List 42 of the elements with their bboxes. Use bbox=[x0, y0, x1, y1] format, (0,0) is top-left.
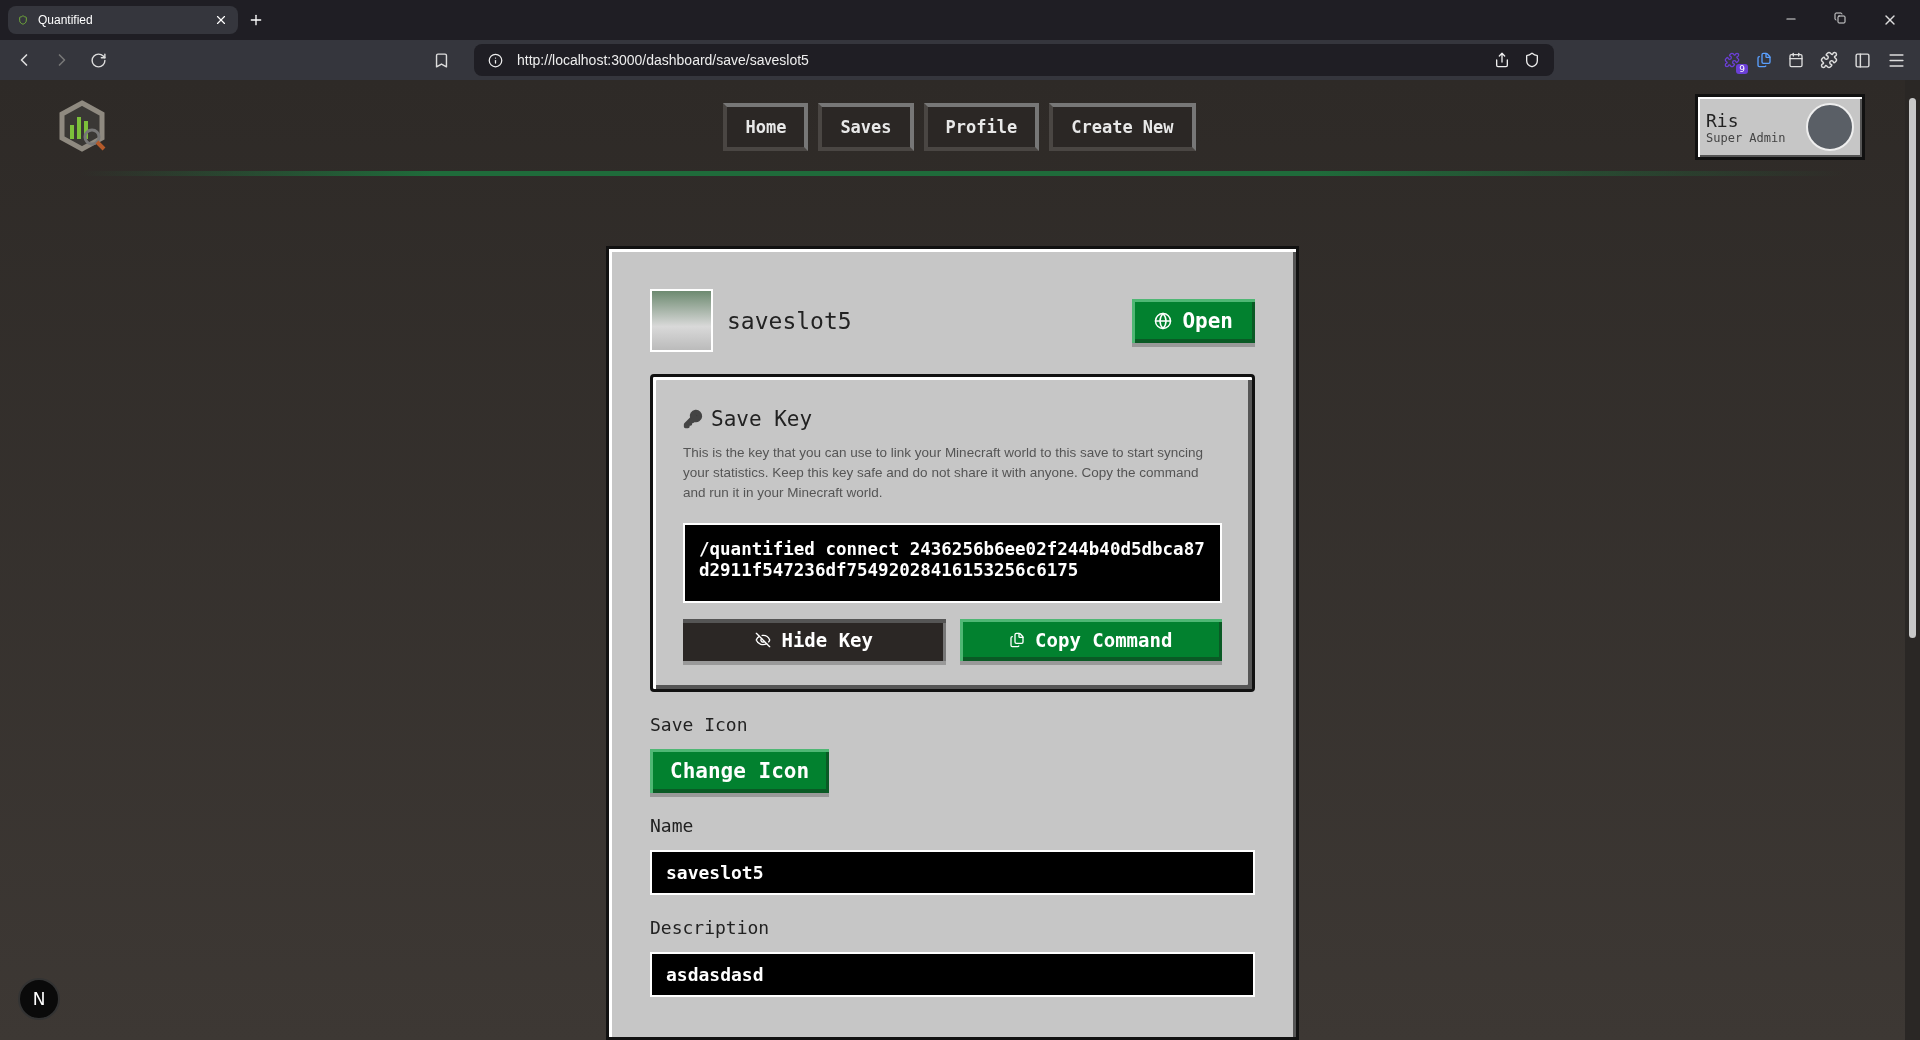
eye-off-icon bbox=[755, 632, 772, 648]
url-text: http://localhost:3000/dashboard/save/saveslot5 bbox=[517, 52, 810, 68]
shield-icon[interactable] bbox=[1524, 52, 1540, 68]
tab-title: Quantified bbox=[38, 13, 94, 27]
extensions-icon[interactable] bbox=[1820, 51, 1838, 69]
field-label: Description bbox=[650, 917, 771, 938]
nav-button[interactable]: Saves bbox=[818, 103, 914, 152]
command-text: /quantified connect 2436256b6ee02f244b40d5dbca87d2911f547236df75492028416153256c6175 bbox=[683, 523, 1222, 603]
close-tab-icon[interactable] bbox=[214, 13, 228, 27]
copy-icon bbox=[1009, 632, 1026, 648]
extension-badge: 9 bbox=[1736, 64, 1748, 74]
globe-icon bbox=[1154, 311, 1173, 330]
field-label: Name bbox=[650, 815, 695, 836]
avatar bbox=[1806, 103, 1854, 152]
calendar-icon[interactable] bbox=[1788, 52, 1804, 68]
input-field[interactable]: saveslot5 bbox=[650, 850, 1255, 895]
reload-icon[interactable] bbox=[90, 51, 107, 69]
nav-button[interactable]: Home bbox=[723, 103, 809, 152]
new-tab-icon[interactable] bbox=[248, 12, 264, 28]
bookmark-icon[interactable] bbox=[433, 51, 450, 69]
key-icon bbox=[683, 409, 703, 429]
sidebar-icon[interactable] bbox=[1854, 51, 1871, 69]
photo-placeholder bbox=[650, 289, 713, 352]
address-bar[interactable]: http://localhost:3000/dashboard/save/saveslot5 bbox=[474, 44, 1554, 76]
info-icon[interactable] bbox=[488, 52, 503, 68]
favicon-icon bbox=[18, 15, 28, 25]
user-card[interactable]: Ris Super Admin bbox=[1695, 94, 1865, 161]
share-icon[interactable] bbox=[1494, 52, 1510, 68]
files-icon[interactable] bbox=[1756, 52, 1772, 68]
save-name: saveslot5 bbox=[727, 307, 853, 334]
nav-button[interactable]: Create New bbox=[1049, 103, 1196, 152]
input-field[interactable]: asdasdasd bbox=[650, 952, 1255, 997]
user-name: Ris bbox=[1706, 109, 1740, 131]
browser-tab[interactable]: Quantified bbox=[8, 6, 238, 34]
user-role: Super Admin bbox=[1706, 130, 1786, 145]
nav-button[interactable]: Profile bbox=[923, 103, 1040, 152]
description-text: This is the key that you can use to link your Minecraft world to this save to start syncing your statistics. Keep this key safe and do not share it with anyone. Copy the command and run it in your Minecraft world. bbox=[683, 444, 1204, 502]
restore-icon[interactable] bbox=[1834, 12, 1846, 24]
panel-title: Save Key bbox=[711, 407, 813, 431]
dev-indicator[interactable]: N bbox=[18, 978, 60, 1020]
field-label: Save Icon bbox=[650, 714, 749, 735]
scrollbar[interactable] bbox=[1905, 80, 1920, 1040]
